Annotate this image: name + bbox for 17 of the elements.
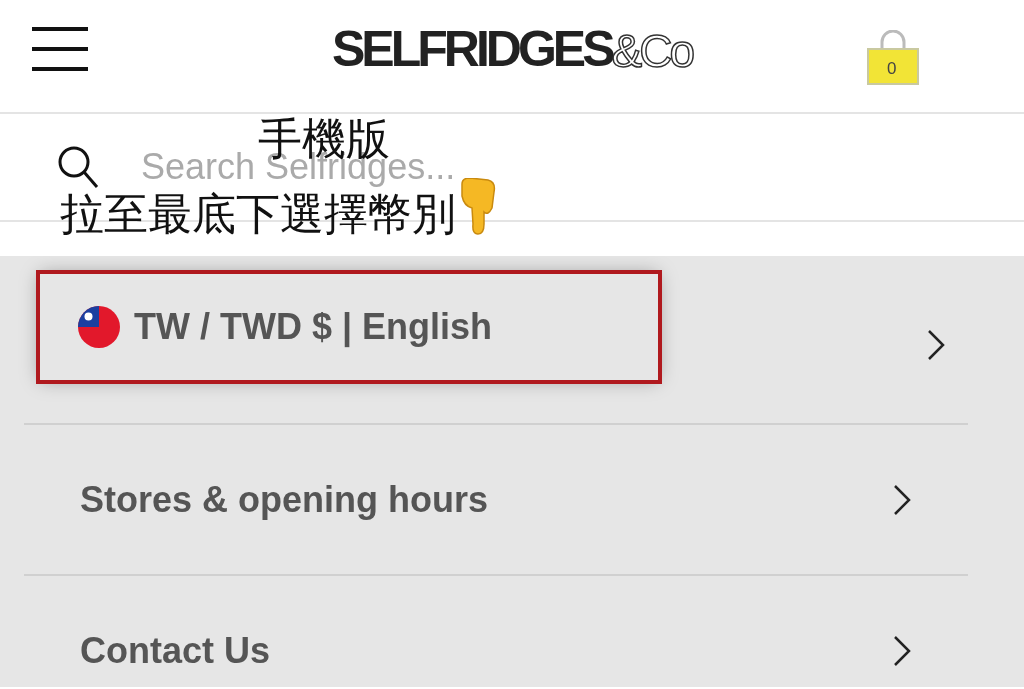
- annotation-text: 拉至最底下選擇幣別: [60, 192, 456, 236]
- menu-label: TW / TWD $ | English: [134, 305, 493, 350]
- chevron-right-icon: [892, 634, 912, 667]
- search-icon: [57, 145, 99, 189]
- menu-item[interactable]: Contact Us: [24, 576, 968, 687]
- logo-wordmark[interactable]: SELFRIDGES: [332, 24, 612, 74]
- menu-item[interactable]: Stores & opening hours: [24, 425, 968, 576]
- chevron-right-icon: [892, 483, 912, 516]
- logo-suffix[interactable]: &Co: [611, 28, 692, 74]
- menu-icon[interactable]: [32, 27, 88, 71]
- bag-count: 0: [887, 58, 897, 80]
- pointing-hand-icon: [458, 178, 498, 236]
- flag-icon: [78, 306, 120, 348]
- chevron-right-icon: [926, 329, 946, 361]
- menu-label: Stores & opening hours: [80, 477, 489, 522]
- menu-label: Contact Us: [80, 628, 271, 673]
- menu-item[interactable]: TW / TWD $ | English: [40, 274, 658, 380]
